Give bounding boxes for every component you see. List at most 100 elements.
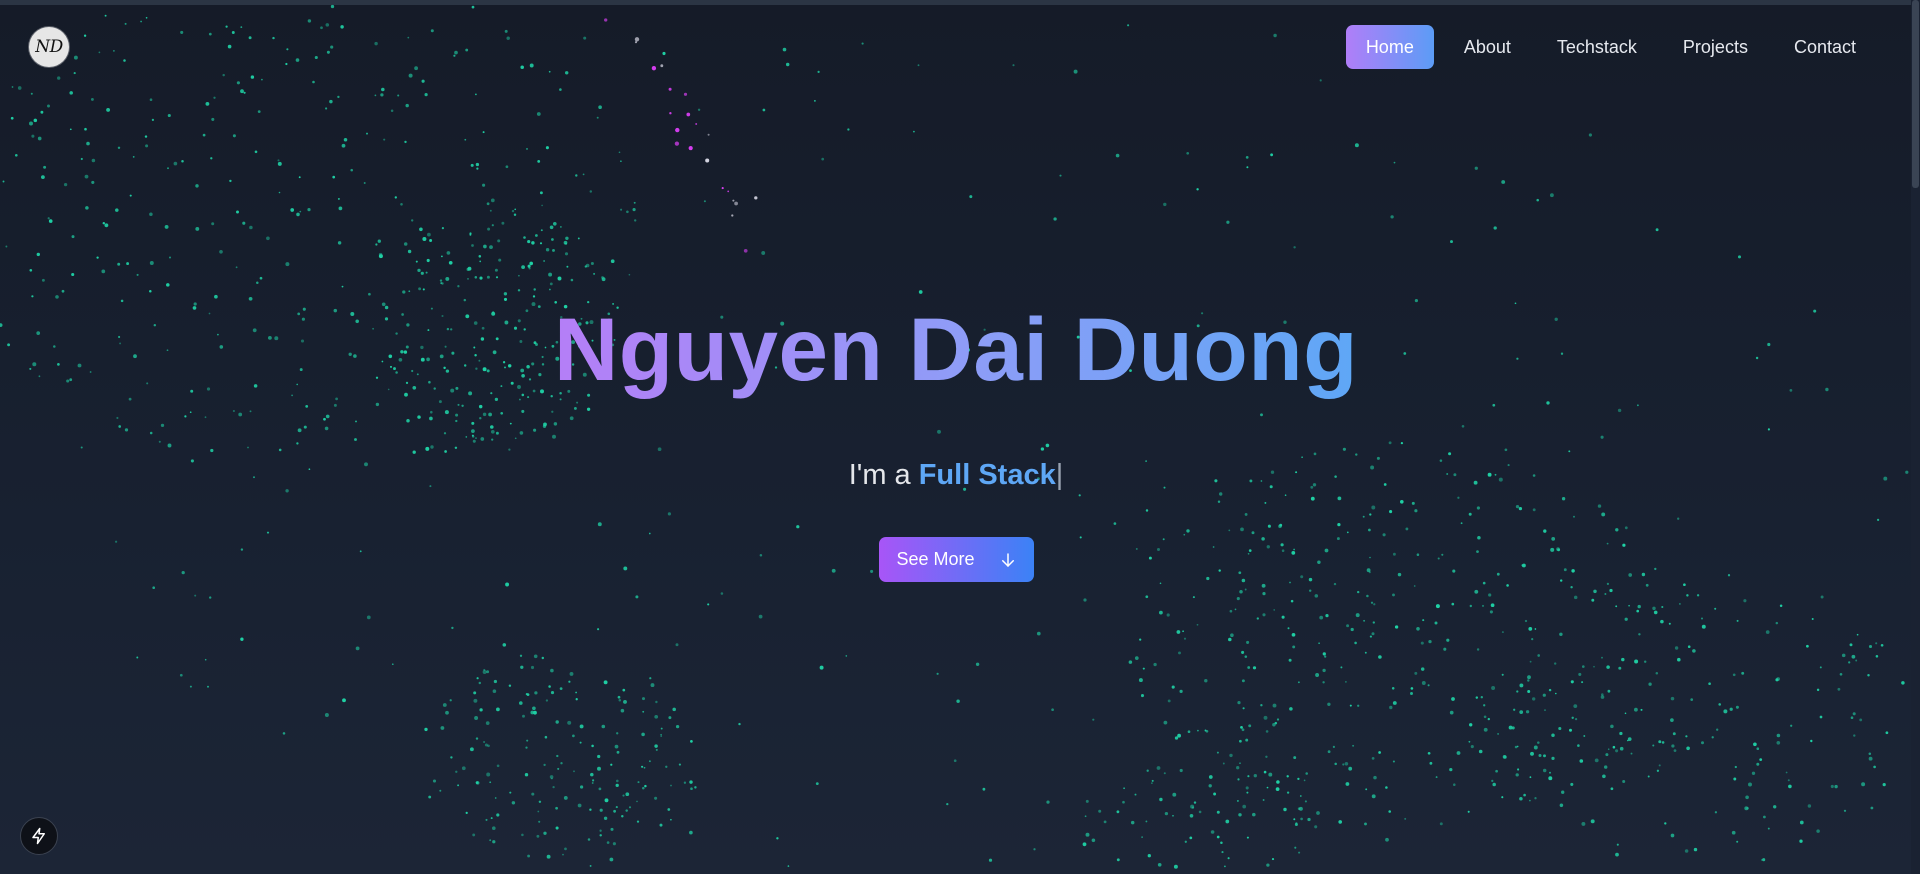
- particle-dot: [1368, 571, 1371, 574]
- nav-item-about[interactable]: About: [1444, 25, 1531, 69]
- particle-dot: [543, 422, 547, 427]
- particle-dot: [1084, 815, 1087, 818]
- particle-dot: [1123, 787, 1125, 790]
- particle-dot: [1579, 759, 1584, 763]
- particle-dot: [1594, 758, 1599, 763]
- particle-dot: [1875, 655, 1879, 658]
- particle-dot: [144, 135, 148, 138]
- nav-item-techstack[interactable]: Techstack: [1537, 25, 1657, 69]
- particle-dot: [247, 446, 249, 449]
- particle-dot: [1327, 702, 1331, 706]
- particle-dot: [1394, 625, 1399, 629]
- particle-dot: [320, 26, 323, 30]
- particle-dot: [297, 428, 302, 433]
- particle-dot: [425, 271, 428, 274]
- particle-dot: [502, 643, 507, 647]
- particle-dot: [1744, 806, 1749, 811]
- particle-dot: [531, 241, 535, 245]
- particle-dot: [917, 64, 920, 67]
- particle-dot: [1116, 858, 1120, 862]
- particle-dot: [1416, 627, 1420, 631]
- particle-dot: [455, 413, 459, 417]
- nav-item-label: Techstack: [1556, 36, 1637, 57]
- particle-dot: [635, 595, 639, 599]
- particle-dot: [1354, 143, 1359, 148]
- particle-dot: [1290, 599, 1294, 603]
- particle-dot: [1880, 643, 1884, 647]
- nav-item-contact[interactable]: Contact: [1774, 25, 1876, 69]
- nav-item-home[interactable]: Home: [1345, 25, 1434, 69]
- particle-dot: [167, 167, 169, 170]
- particle-dot: [1477, 535, 1481, 540]
- particle-dot: [579, 741, 582, 744]
- particle-dot: [149, 98, 153, 102]
- particle-dot: [1542, 693, 1546, 697]
- particle-dot: [559, 687, 563, 690]
- subtitle-prefix: I'm a: [848, 459, 919, 491]
- particle-dot: [1293, 818, 1296, 821]
- particle-dot: [1776, 740, 1781, 745]
- particle-dot: [189, 685, 192, 688]
- particle-dot: [1078, 494, 1081, 497]
- particle-dot: [496, 813, 500, 817]
- particle-dot: [1561, 497, 1566, 501]
- particle-dot: [278, 448, 282, 452]
- particle-dot: [1317, 560, 1321, 564]
- scrollbar[interactable]: [1911, 0, 1920, 874]
- particle-dot: [374, 94, 377, 97]
- particle-dot: [359, 550, 362, 553]
- particle-dot: [400, 203, 403, 206]
- particle-dot: [1514, 745, 1518, 749]
- particle-dot: [1420, 667, 1425, 671]
- particle-dot: [1216, 810, 1220, 814]
- particle-dot: [1453, 783, 1456, 786]
- particle-dot: [1773, 805, 1777, 809]
- particle-dot: [1527, 690, 1531, 693]
- particle-dot: [1533, 745, 1538, 750]
- particle-dot: [2, 180, 5, 183]
- particle-dot: [1652, 744, 1655, 747]
- particle-dot: [1082, 842, 1087, 847]
- particle-dot: [1736, 840, 1739, 843]
- particle-dot: [514, 208, 517, 211]
- particle-dot: [703, 200, 706, 203]
- particle-dot: [202, 133, 206, 137]
- particle-dot: [366, 615, 371, 620]
- particle-dot: [1134, 793, 1137, 796]
- particle-dot: [1868, 752, 1872, 756]
- scrollbar-thumb[interactable]: [1912, 0, 1919, 188]
- particle-dot: [1551, 733, 1555, 737]
- particle-dot: [1456, 751, 1461, 755]
- particle-dot: [1140, 694, 1145, 698]
- nav-item-projects[interactable]: Projects: [1663, 25, 1768, 69]
- particle-dot: [530, 710, 535, 715]
- particle-dot: [1085, 799, 1089, 803]
- logo[interactable]: ND: [29, 27, 69, 67]
- particle-dot: [535, 234, 538, 237]
- particle-dot: [11, 86, 14, 88]
- particle-dot: [562, 853, 564, 856]
- particle-dot: [1397, 572, 1402, 577]
- particle-dot: [1468, 512, 1472, 516]
- particle-dot: [1597, 504, 1602, 508]
- see-more-button[interactable]: See More: [879, 537, 1034, 582]
- particle-dot: [483, 244, 487, 249]
- particle-dot: [528, 267, 531, 270]
- particle-dot: [397, 94, 400, 97]
- devtools-button[interactable]: [20, 817, 58, 855]
- particle-dot: [1634, 707, 1638, 712]
- particle-dot: [610, 827, 614, 831]
- particle-dot: [1601, 693, 1604, 696]
- particle-dot: [1217, 500, 1221, 504]
- particle-dot: [335, 397, 338, 401]
- particle-dot: [1228, 529, 1231, 532]
- particle-dot: [620, 160, 622, 163]
- particle-dot: [610, 763, 613, 766]
- particle-dot: [1186, 529, 1190, 533]
- particle-dot: [620, 708, 625, 713]
- particle-dot: [1543, 529, 1547, 533]
- particle-dot: [495, 276, 499, 279]
- particle-dot: [1501, 673, 1504, 676]
- particle-dot: [1609, 588, 1613, 593]
- particle-dot: [550, 394, 553, 398]
